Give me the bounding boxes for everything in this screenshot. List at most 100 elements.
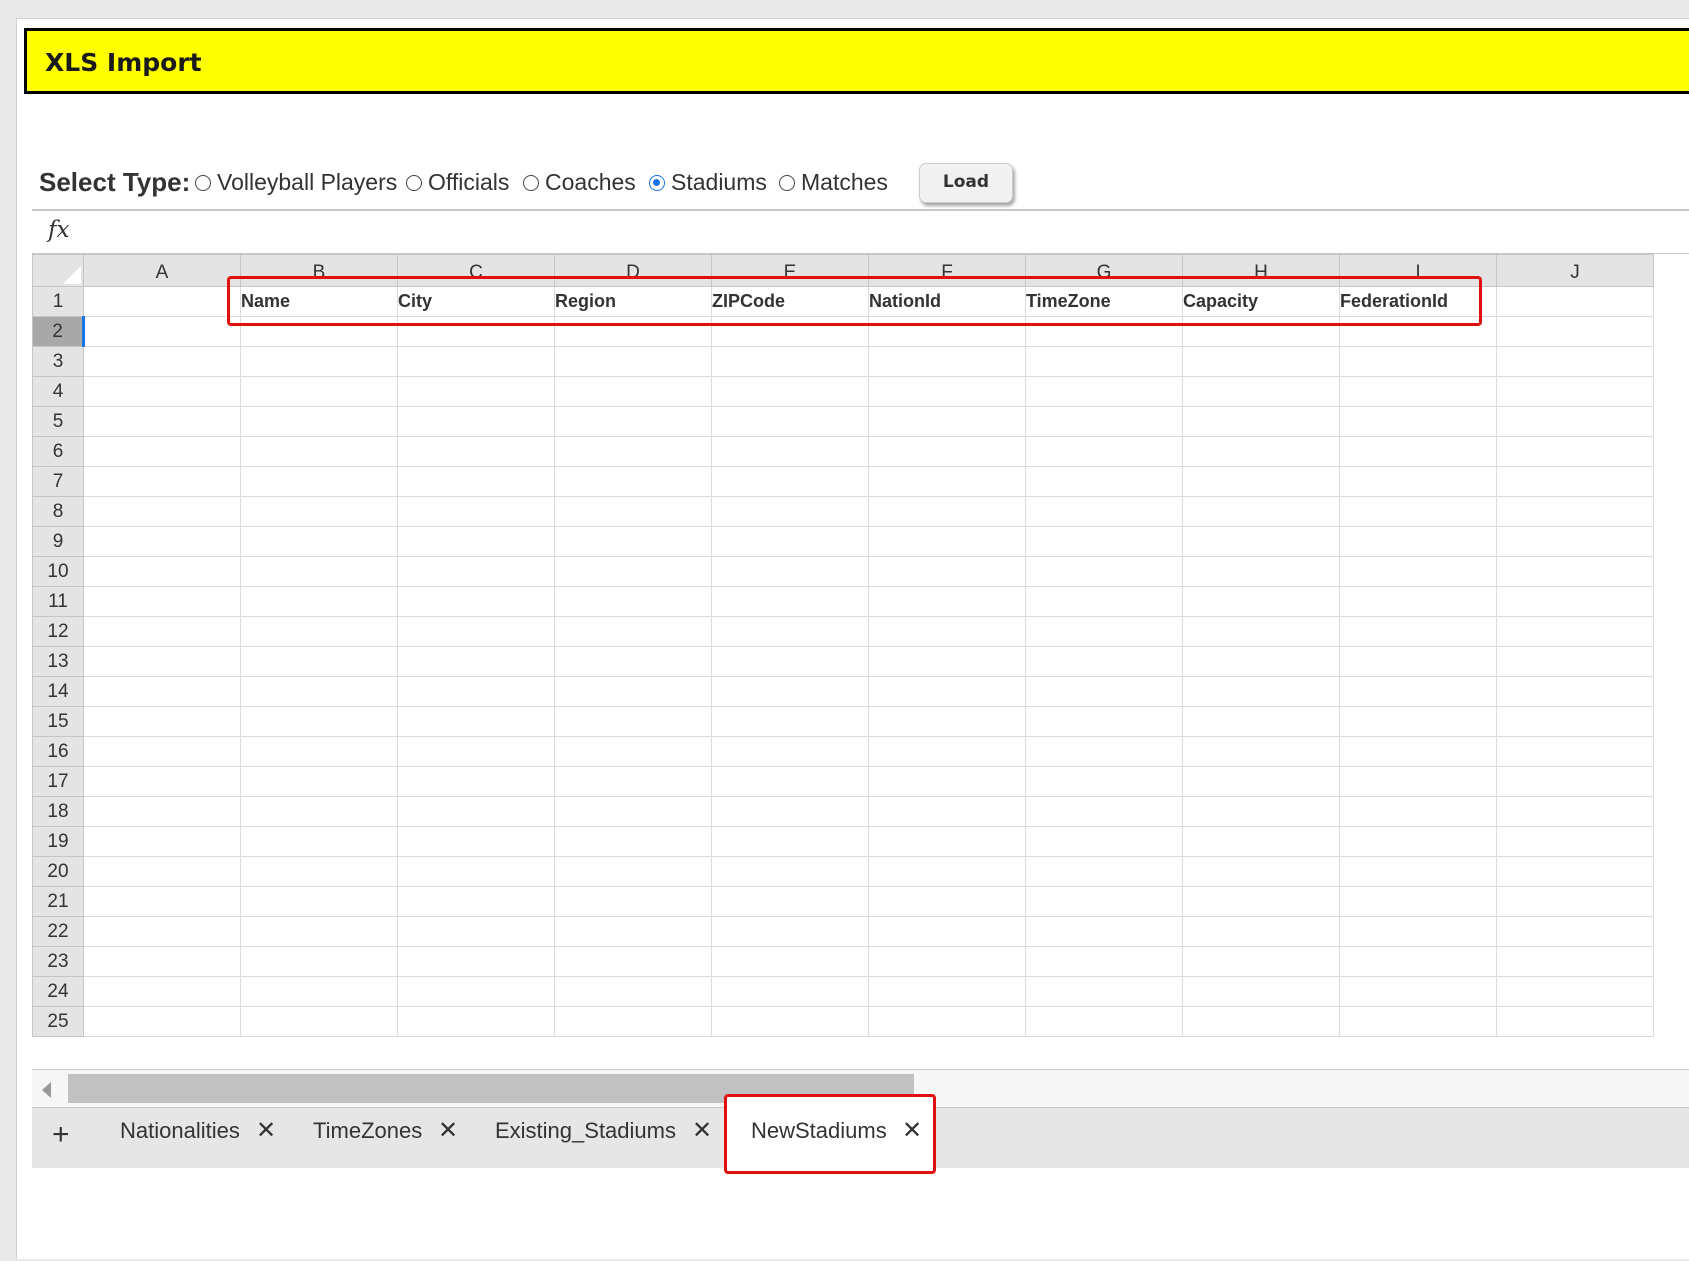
sheet-cell[interactable] <box>1339 1006 1497 1037</box>
sheet-cell[interactable] <box>1339 856 1497 887</box>
sheet-cell[interactable] <box>83 616 241 647</box>
sheet-cell[interactable] <box>554 556 712 587</box>
row-header[interactable]: 25 <box>32 1006 84 1037</box>
sheet-cell[interactable] <box>240 766 398 797</box>
sheet-cell[interactable] <box>1182 976 1340 1007</box>
sheet-cell[interactable] <box>1496 316 1654 347</box>
radio-checked-icon[interactable] <box>649 174 665 191</box>
sheet-cell[interactable] <box>711 826 869 857</box>
row-header[interactable]: 3 <box>32 346 84 377</box>
sheet-cell[interactable] <box>1339 826 1497 857</box>
sheet-cell[interactable] <box>1025 766 1183 797</box>
sheet-cell[interactable] <box>397 916 555 947</box>
sheet-cell[interactable] <box>554 916 712 947</box>
sheet-cell[interactable] <box>1496 346 1654 377</box>
column-header-g[interactable]: G <box>1025 254 1183 287</box>
sheet-cell[interactable] <box>240 406 398 437</box>
sheet-cell[interactable] <box>711 526 869 557</box>
select-all-corner[interactable] <box>32 254 84 287</box>
sheet-cell[interactable] <box>83 826 241 857</box>
sheet-cell[interactable] <box>1496 1006 1654 1037</box>
column-header-j[interactable]: J <box>1496 254 1654 287</box>
sheet-cell[interactable] <box>554 976 712 1007</box>
sheet-cell[interactable] <box>83 526 241 557</box>
column-header-b[interactable]: B <box>240 254 398 287</box>
radio-circle-icon[interactable] <box>779 174 795 191</box>
sheet-cell[interactable] <box>868 466 1026 497</box>
sheet-cell[interactable] <box>240 676 398 707</box>
sheet-cell[interactable] <box>711 556 869 587</box>
sheet-cell[interactable] <box>397 826 555 857</box>
sheet-cell[interactable] <box>1496 646 1654 677</box>
radio-stadiums[interactable]: Stadiums <box>649 169 767 196</box>
sheet-cell[interactable] <box>1339 916 1497 947</box>
sheet-cell[interactable] <box>1339 946 1497 977</box>
column-header-i[interactable]: I <box>1339 254 1497 287</box>
sheet-cell[interactable] <box>397 376 555 407</box>
sheet-cell[interactable] <box>1496 916 1654 947</box>
sheet-cell[interactable] <box>1339 346 1497 377</box>
sheet-cell[interactable] <box>83 976 241 1007</box>
sheet-cell[interactable] <box>1025 316 1183 347</box>
sheet-cell[interactable] <box>240 376 398 407</box>
sheet-cell[interactable] <box>1182 526 1340 557</box>
row-header[interactable]: 20 <box>32 856 84 887</box>
sheet-cell[interactable] <box>240 646 398 677</box>
sheet-cell[interactable] <box>1339 736 1497 767</box>
radio-volleyball-players[interactable]: Volleyball Players <box>195 169 397 196</box>
sheet-cell[interactable] <box>711 406 869 437</box>
row-header[interactable]: 12 <box>32 616 84 647</box>
sheet-cell[interactable] <box>1496 586 1654 617</box>
sheet-cell[interactable] <box>1025 646 1183 677</box>
radio-matches[interactable]: Matches <box>779 169 888 196</box>
sheet-cell[interactable] <box>711 466 869 497</box>
sheet-cell[interactable] <box>554 706 712 737</box>
sheet-cell[interactable] <box>1496 976 1654 1007</box>
sheet-cell[interactable] <box>1182 466 1340 497</box>
row-header[interactable]: 22 <box>32 916 84 947</box>
sheet-cell[interactable] <box>711 886 869 917</box>
sheet-cell[interactable] <box>83 856 241 887</box>
sheet-cell[interactable] <box>397 886 555 917</box>
sheet-cell[interactable] <box>1025 586 1183 617</box>
sheet-cell[interactable] <box>240 796 398 827</box>
sheet-cell[interactable] <box>1496 856 1654 887</box>
row-header[interactable]: 14 <box>32 676 84 707</box>
sheet-cell[interactable] <box>1496 706 1654 737</box>
row-header[interactable]: 9 <box>32 526 84 557</box>
sheet-cell[interactable] <box>240 916 398 947</box>
sheet-cell[interactable] <box>83 676 241 707</box>
sheet-cell[interactable] <box>1496 796 1654 827</box>
sheet-cell[interactable] <box>1496 526 1654 557</box>
sheet-cell[interactable] <box>1496 376 1654 407</box>
column-header-a[interactable]: A <box>83 254 241 287</box>
sheet-cell[interactable] <box>1496 616 1654 647</box>
sheet-cell[interactable] <box>868 526 1026 557</box>
sheet-cell[interactable] <box>868 436 1026 467</box>
sheet-cell[interactable] <box>711 616 869 647</box>
sheet-cell[interactable] <box>1339 766 1497 797</box>
row-header[interactable]: 11 <box>32 586 84 617</box>
sheet-cell[interactable] <box>397 766 555 797</box>
sheet-cell[interactable] <box>240 1006 398 1037</box>
sheet-cell[interactable] <box>83 946 241 977</box>
radio-circle-icon[interactable] <box>195 174 211 191</box>
sheet-cell[interactable] <box>1025 886 1183 917</box>
sheet-cell[interactable] <box>554 616 712 647</box>
sheet-cell[interactable] <box>240 556 398 587</box>
sheet-cell[interactable] <box>1496 496 1654 527</box>
row-header[interactable]: 1 <box>32 286 84 317</box>
sheet-cell[interactable] <box>554 886 712 917</box>
sheet-cell[interactable]: Capacity <box>1182 286 1340 317</box>
sheet-cell[interactable] <box>868 586 1026 617</box>
sheet-cell[interactable] <box>1496 466 1654 497</box>
sheet-cell[interactable] <box>868 886 1026 917</box>
sheet-cell[interactable] <box>868 736 1026 767</box>
sheet-cell[interactable] <box>1496 556 1654 587</box>
sheet-cell[interactable] <box>83 406 241 437</box>
sheet-cell[interactable] <box>83 706 241 737</box>
sheet-cell[interactable] <box>240 706 398 737</box>
sheet-cell[interactable] <box>1182 736 1340 767</box>
tab-newstadiums[interactable]: NewStadiums <box>751 1118 887 1144</box>
sheet-cell[interactable]: NationId <box>868 286 1026 317</box>
